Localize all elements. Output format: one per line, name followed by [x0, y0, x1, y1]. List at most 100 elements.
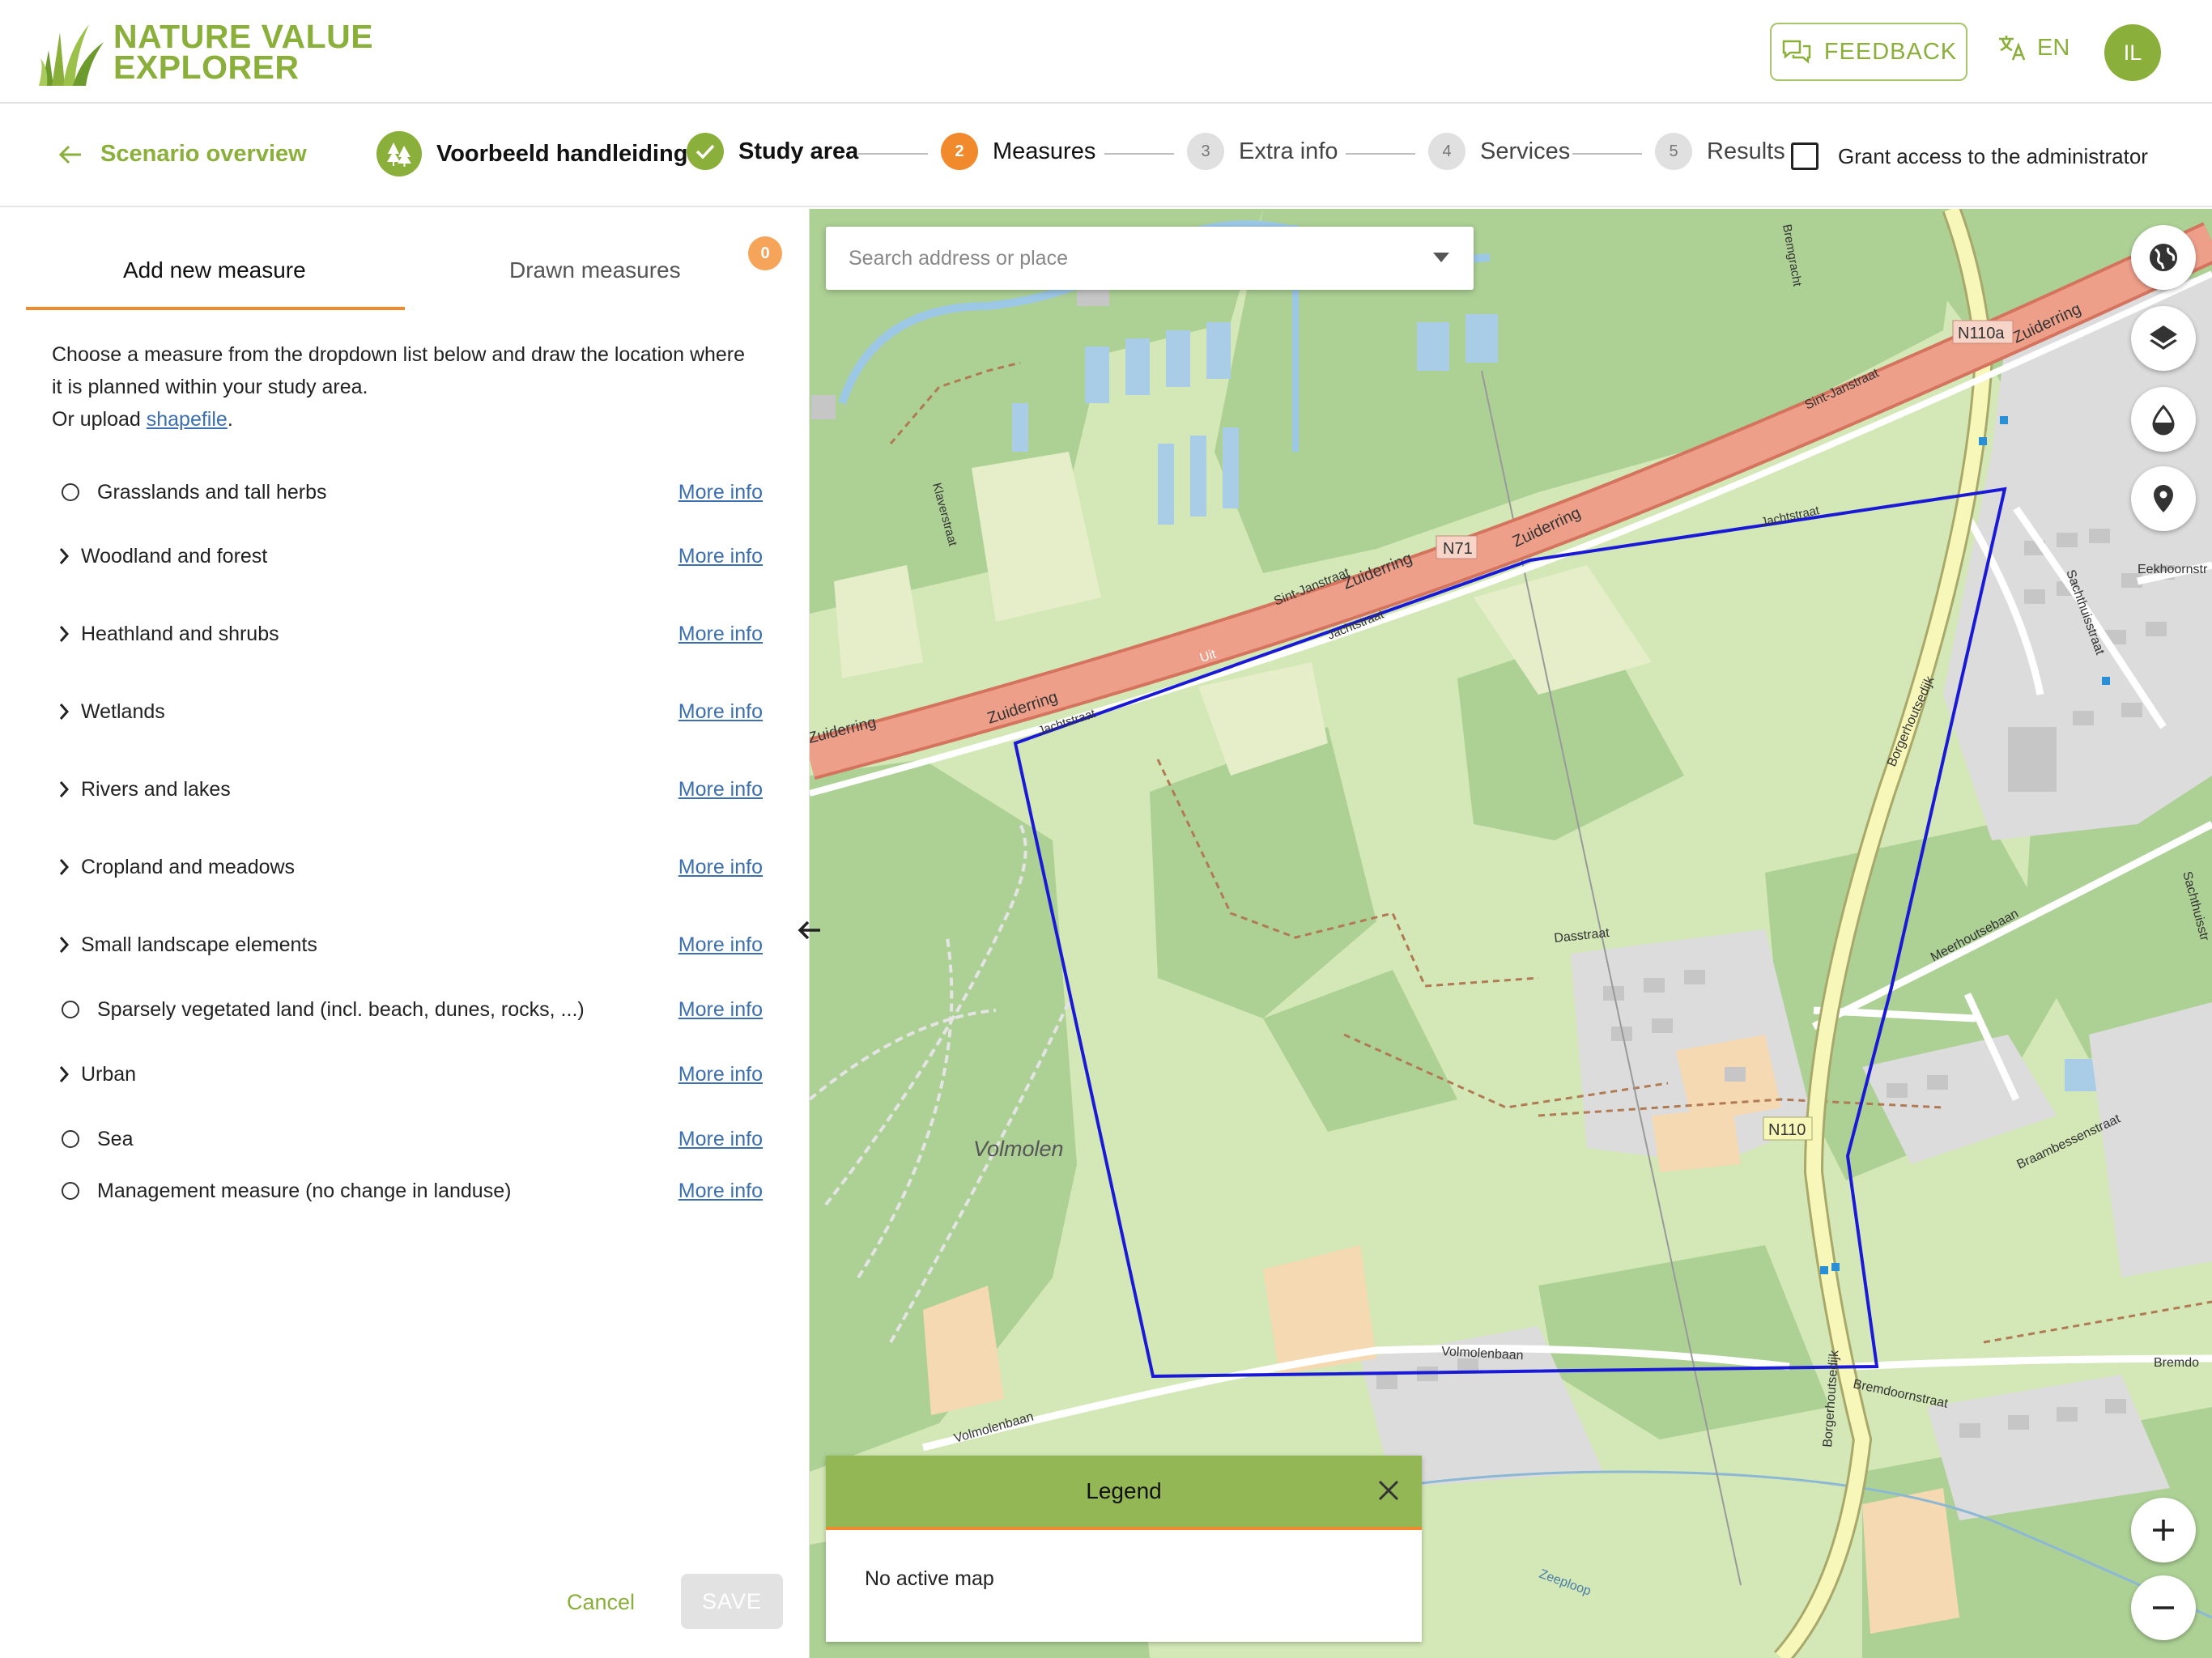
- more-info-link[interactable]: More info: [678, 1180, 763, 1203]
- measure-group-urban[interactable]: Urban More info: [58, 1054, 763, 1095]
- drop-icon: [2152, 404, 2175, 436]
- more-info-link[interactable]: More info: [678, 998, 763, 1022]
- measure-label: Heathland and shrubs: [81, 622, 279, 645]
- measure-group-woodland[interactable]: Woodland and forest More info: [58, 536, 763, 576]
- chevron-down-icon[interactable]: [1433, 253, 1449, 262]
- chevron-right-icon[interactable]: [58, 1065, 70, 1083]
- cancel-button[interactable]: Cancel: [567, 1590, 635, 1615]
- map-road-label: Bremdo: [2154, 1356, 2199, 1370]
- scenario-overview-label: Scenario overview: [100, 141, 307, 167]
- logo-line-2: EXPLORER: [113, 49, 300, 86]
- map-canvas[interactable]: Zuiderring Zuiderring Zuiderring Zuiderr…: [810, 209, 2212, 1658]
- step-number: 5: [1655, 133, 1692, 170]
- basemap-button[interactable]: [2131, 225, 2196, 290]
- tab-add-new-measure[interactable]: Add new measure: [123, 257, 306, 283]
- step-number: 4: [1428, 133, 1465, 170]
- collapse-panel-button[interactable]: [794, 915, 825, 946]
- radio-button[interactable]: [62, 1130, 79, 1148]
- chevron-right-icon[interactable]: [58, 936, 70, 954]
- top-header: NATURE VALUE EXPLORER FEEDBACK EN IL: [0, 0, 2212, 104]
- upload-instruction: Or upload shapefile.: [52, 408, 233, 432]
- measure-group-cropland[interactable]: Cropland and meadows More info: [58, 847, 763, 887]
- layers-button[interactable]: [2131, 306, 2196, 371]
- feedback-button[interactable]: FEEDBACK: [1770, 23, 1967, 81]
- step-label: Services: [1480, 138, 1571, 164]
- scenario-overview-link[interactable]: Scenario overview: [58, 141, 307, 168]
- measure-item-management[interactable]: Management measure (no change in landuse…: [58, 1171, 763, 1211]
- radio-button[interactable]: [62, 483, 79, 501]
- step-connector: [1104, 153, 1174, 155]
- chat-bubbles-icon: [1782, 40, 1811, 64]
- measure-label: Wetlands: [81, 699, 165, 723]
- step-study-area[interactable]: Study area: [687, 133, 858, 170]
- measure-item-sea[interactable]: Sea More info: [58, 1119, 763, 1159]
- grant-access-checkbox[interactable]: [1791, 142, 1819, 170]
- more-info-link[interactable]: More info: [678, 778, 763, 801]
- upload-prefix: Or upload: [52, 408, 147, 431]
- more-info-link[interactable]: More info: [678, 623, 763, 646]
- grant-access-option[interactable]: Grant access to the administrator: [1791, 142, 2148, 170]
- radio-button[interactable]: [62, 1182, 79, 1200]
- feedback-label: FEEDBACK: [1823, 38, 1958, 65]
- language-switcher[interactable]: EN: [1997, 32, 2069, 63]
- map-road-shield: N110: [1768, 1121, 1806, 1139]
- step-number: 3: [1187, 133, 1224, 170]
- more-info-link[interactable]: More info: [678, 933, 763, 957]
- more-info-link[interactable]: More info: [678, 545, 763, 568]
- shapefile-upload-link[interactable]: shapefile: [147, 408, 228, 431]
- step-label: Study area: [738, 138, 859, 164]
- measure-label: Urban: [81, 1062, 137, 1086]
- more-info-link[interactable]: More info: [678, 700, 763, 724]
- zoom-in-button[interactable]: [2131, 1498, 2196, 1562]
- measure-label: Management measure (no change in landuse…: [97, 1179, 512, 1202]
- step-results[interactable]: 5 Results: [1655, 133, 1785, 170]
- more-info-link[interactable]: More info: [678, 1063, 763, 1086]
- map-road-shield: N110a: [1958, 325, 2005, 342]
- wizard-stepbar: Scenario overview Voorbeeld handleiding …: [0, 105, 2212, 207]
- chevron-right-icon[interactable]: [58, 858, 70, 876]
- step-measures[interactable]: 2 Measures: [941, 133, 1095, 170]
- arrow-left-icon: [58, 145, 81, 164]
- more-info-link[interactable]: More info: [678, 856, 763, 879]
- measures-panel: Add new measure Drawn measures 0 Choose …: [0, 209, 810, 1658]
- chevron-right-icon[interactable]: [58, 547, 70, 565]
- measure-group-wetlands[interactable]: Wetlands More info: [58, 691, 763, 732]
- save-button[interactable]: SAVE: [681, 1574, 783, 1629]
- drawn-measures-count-badge: 0: [748, 236, 782, 270]
- chevron-right-icon[interactable]: [58, 625, 70, 643]
- step-label: Measures: [993, 138, 1096, 164]
- project-name: Voorbeeld handleiding: [436, 140, 688, 167]
- location-button[interactable]: [2131, 466, 2196, 531]
- measure-group-heathland[interactable]: Heathland and shrubs More info: [58, 614, 763, 654]
- measure-item-grasslands[interactable]: Grasslands and tall herbs More info: [58, 472, 763, 512]
- zoom-out-button[interactable]: [2131, 1575, 2196, 1640]
- more-info-link[interactable]: More info: [678, 481, 763, 504]
- measure-group-small-landscape[interactable]: Small landscape elements More info: [58, 925, 763, 965]
- user-avatar[interactable]: IL: [2104, 24, 2161, 81]
- step-label: Results: [1707, 138, 1785, 164]
- map-road-label: Eekhoornstr: [2138, 563, 2208, 576]
- arrow-left-icon: [798, 920, 820, 940]
- step-extra-info[interactable]: 3 Extra info: [1187, 133, 1338, 170]
- map-view[interactable]: Zuiderring Zuiderring Zuiderring Zuiderr…: [810, 209, 2212, 1658]
- active-tab-indicator: [26, 307, 405, 310]
- measure-label: Rivers and lakes: [81, 777, 231, 801]
- chevron-right-icon[interactable]: [58, 780, 70, 798]
- measure-item-sparsely-vegetated[interactable]: Sparsely vegetated land (incl. beach, du…: [58, 989, 763, 1030]
- transparency-button[interactable]: [2131, 387, 2196, 452]
- measure-group-rivers-lakes[interactable]: Rivers and lakes More info: [58, 769, 763, 810]
- trees-icon: [376, 131, 422, 176]
- tab-drawn-measures[interactable]: Drawn measures: [509, 257, 681, 283]
- close-icon[interactable]: [1376, 1478, 1401, 1503]
- radio-button[interactable]: [62, 1001, 79, 1018]
- step-services[interactable]: 4 Services: [1428, 133, 1570, 170]
- chevron-right-icon[interactable]: [58, 703, 70, 721]
- grass-logo-icon: [39, 24, 104, 86]
- app-logo[interactable]: NATURE VALUE EXPLORER: [39, 18, 379, 87]
- measure-label: Grasslands and tall herbs: [97, 480, 327, 504]
- upload-suffix: .: [227, 408, 233, 431]
- map-search-input[interactable]: Search address or place: [826, 227, 1474, 290]
- measure-label: Sea: [97, 1127, 134, 1150]
- more-info-link[interactable]: More info: [678, 1128, 763, 1151]
- legend-empty-text: No active map: [865, 1567, 994, 1590]
